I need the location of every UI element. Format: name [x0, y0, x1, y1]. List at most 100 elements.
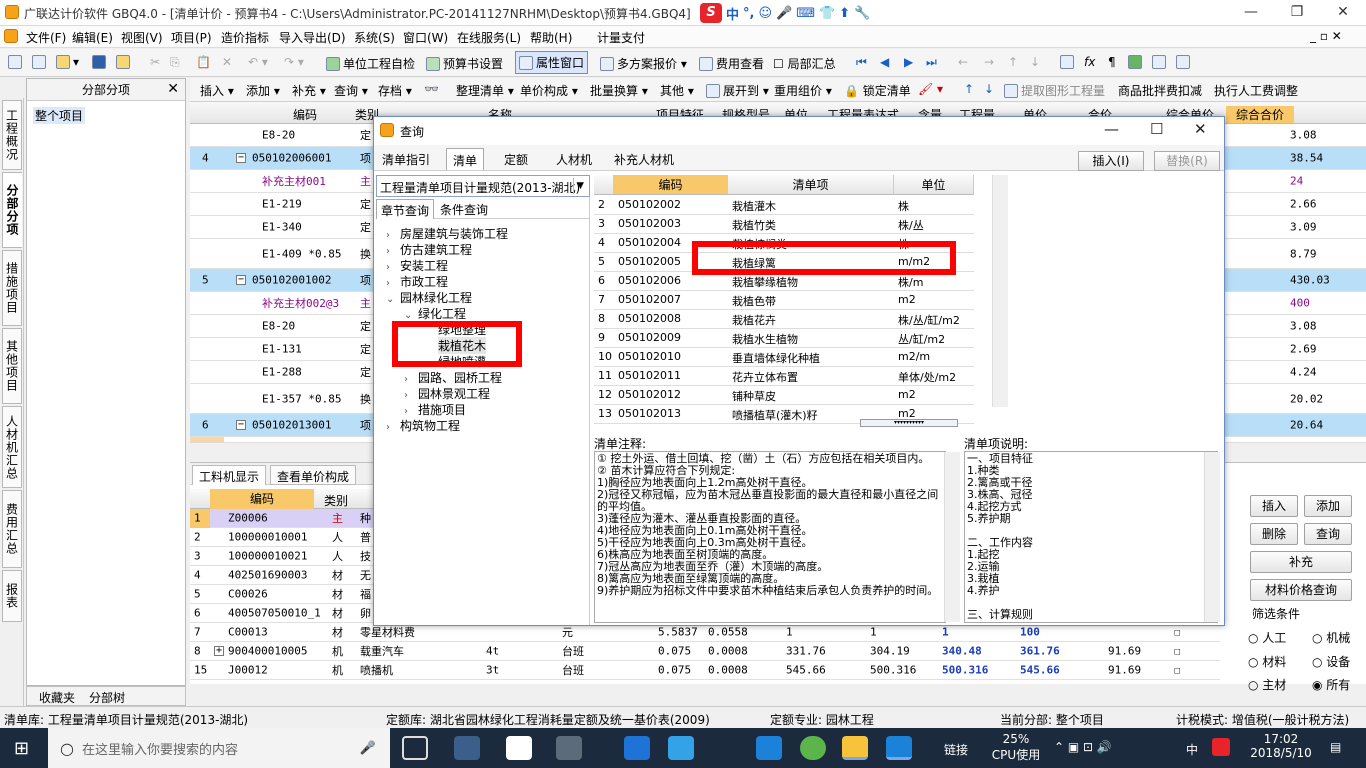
- menu-system[interactable]: 系统(S): [354, 29, 395, 46]
- ime-item[interactable]: 中: [726, 4, 739, 23]
- result-row[interactable]: 7 050102007 栽植色带 m2: [594, 291, 974, 310]
- note-vscrollbar[interactable]: [944, 452, 960, 622]
- tree-node[interactable]: ⌄ 绿化工程: [404, 305, 466, 322]
- filter-equipment-radio[interactable]: ○ 设备: [1312, 653, 1350, 670]
- ime-toolbar[interactable]: S 中 °, ☺ 🎤 ⌨ 👕 ⬆ 🔧: [700, 2, 910, 24]
- menu-file[interactable]: 文件(F): [26, 29, 66, 46]
- result-row[interactable]: 2 050102002 栽植灌木 株: [594, 196, 974, 215]
- tab-section-tree[interactable]: 分部树: [89, 689, 125, 706]
- lock-list-button[interactable]: 🔒 锁定清单: [844, 82, 911, 99]
- app-icon-plus[interactable]: [886, 736, 912, 760]
- taskbar-search[interactable]: ○ 在这里输入你要搜索的内容 🎤: [48, 728, 390, 768]
- filter-all-radio[interactable]: ◉ 所有: [1312, 676, 1350, 693]
- splitter-handle[interactable]: ▾▾▾▾▾▾▾▾▾▾: [860, 419, 958, 427]
- minimize-button[interactable]: —: [1228, 0, 1274, 26]
- other-dropdown[interactable]: 其他 ▾: [660, 82, 694, 99]
- arrow-up-icon[interactable]: ↑: [964, 82, 974, 96]
- tab-list[interactable]: 清单: [446, 148, 485, 170]
- upload-icon[interactable]: ⬆: [839, 6, 850, 21]
- filter-machine-radio[interactable]: ○ 机械: [1312, 629, 1350, 646]
- result-row[interactable]: 10 050102010 垂直墙体绿化种植 m2/m: [594, 348, 974, 367]
- fee-view-button[interactable]: 费用查看: [699, 55, 764, 72]
- detail-row[interactable]: 15 J00012 机 喷播机 3t 台班 0.075 0.0008 545.66 500.316…: [190, 661, 1220, 680]
- batch-convert-dropdown[interactable]: 批量换算 ▾: [590, 82, 648, 99]
- cut-icon[interactable]: ✂: [150, 55, 160, 69]
- tree-node[interactable]: ⌄ 园林绿化工程: [386, 289, 472, 306]
- arrow-down-icon[interactable]: ↓: [984, 82, 994, 96]
- cube-icon[interactable]: [1128, 55, 1145, 69]
- close-button[interactable]: ✕: [1320, 0, 1366, 26]
- microphone-icon[interactable]: 🎤: [360, 741, 376, 756]
- move-up-icon[interactable]: ↑: [1008, 55, 1018, 69]
- tree-node[interactable]: › 安装工程: [386, 257, 448, 274]
- nav-next-icon[interactable]: ▶: [904, 55, 913, 69]
- tab-list-guide[interactable]: 清单指引: [376, 148, 436, 170]
- binoculars-icon[interactable]: 👓: [424, 82, 439, 96]
- tab-chapter-search[interactable]: 章节查询: [376, 199, 435, 219]
- extract-quantity-button[interactable]: 提取图形工程量: [1004, 82, 1105, 99]
- result-row[interactable]: 11 050102011 花卉立体布置 单体/处/m2: [594, 367, 974, 386]
- ime-language[interactable]: 中: [1186, 741, 1198, 758]
- nav-first-icon[interactable]: ⏮: [856, 55, 867, 70]
- property-window-button[interactable]: 属性窗口: [515, 51, 589, 74]
- clock[interactable]: 17:02 2018/5/10: [1250, 732, 1312, 760]
- detail-supply-button[interactable]: 补充: [1250, 551, 1352, 573]
- menu-window[interactable]: 窗口(W): [403, 29, 448, 46]
- tools-icon[interactable]: 🔧: [854, 6, 870, 21]
- layer-icon[interactable]: [1152, 55, 1169, 69]
- redo-icon[interactable]: ↷ ▾: [284, 55, 304, 69]
- open-icon[interactable]: ▾: [56, 55, 79, 69]
- dialog-minimize-button[interactable]: —: [1104, 120, 1119, 138]
- menu-cost-index[interactable]: 造价指标: [221, 29, 269, 46]
- sogou-icon[interactable]: S: [700, 3, 722, 23]
- material-price-query-button[interactable]: 材料价格查询: [1250, 579, 1352, 601]
- move-down-icon[interactable]: ↓: [1030, 55, 1040, 69]
- tab-fee-summary[interactable]: 费用汇总: [2, 490, 22, 568]
- dialog-insert-button[interactable]: 插入(I): [1078, 151, 1144, 171]
- supplement-dropdown[interactable]: 补充 ▾: [292, 82, 326, 99]
- menu-project[interactable]: 项目(P): [171, 29, 212, 46]
- formula-icon[interactable]: fx: [1084, 55, 1095, 69]
- skin-icon[interactable]: 👕: [819, 6, 835, 21]
- ie-icon[interactable]: [506, 736, 532, 760]
- ime-item[interactable]: °,: [743, 6, 754, 21]
- detail-checkbox[interactable]: ☐: [1174, 626, 1181, 639]
- move-left-icon[interactable]: ←: [958, 55, 968, 69]
- detail-query-button[interactable]: 查询: [1304, 523, 1352, 545]
- unit-price-dropdown[interactable]: 单价构成 ▾: [520, 82, 578, 99]
- folder-icon[interactable]: [116, 55, 133, 69]
- edge-icon[interactable]: [624, 736, 650, 760]
- tab-labor-material[interactable]: 人材机汇总: [2, 406, 22, 488]
- result-row[interactable]: 8 050102008 栽植花卉 株/丛/缸/m2: [594, 310, 974, 329]
- menu-edit[interactable]: 编辑(E): [72, 29, 113, 46]
- calculator-icon[interactable]: [1060, 55, 1077, 69]
- filter-main-material-radio[interactable]: ○ 主材: [1248, 676, 1286, 693]
- tree-node[interactable]: › 园路、园桥工程: [404, 369, 502, 386]
- delete-icon[interactable]: ✕: [222, 55, 232, 69]
- tab-supplement-labor[interactable]: 补充人材机: [608, 148, 680, 170]
- tree-node[interactable]: › 仿古建筑工程: [386, 241, 472, 258]
- menu-view[interactable]: 视图(V): [121, 29, 163, 46]
- app-icon-swirl[interactable]: [556, 736, 582, 760]
- dialog-replace-button[interactable]: 替换(R): [1154, 151, 1220, 171]
- glodon-icon[interactable]: [756, 736, 782, 760]
- app-icon-pinwheel[interactable]: [454, 736, 480, 760]
- tab-price-structure[interactable]: 查看单价构成: [270, 465, 357, 485]
- desc-vscrollbar[interactable]: [1204, 452, 1220, 622]
- multi-plan-button[interactable]: 多方案报价 ▾: [600, 55, 687, 72]
- report-icon[interactable]: [1176, 55, 1193, 69]
- tree-node[interactable]: › 市政工程: [386, 273, 448, 290]
- tree-node[interactable]: › 构筑物工程: [386, 417, 460, 434]
- result-vscrollbar[interactable]: [992, 175, 1008, 407]
- expand-to-dropdown[interactable]: 展开到 ▾: [706, 82, 769, 99]
- tab-labor-display[interactable]: 工料机显示: [192, 465, 267, 485]
- mdi-controls[interactable]: _ ▫ ✕: [1310, 29, 1342, 43]
- tab-reports[interactable]: 报表: [2, 570, 22, 622]
- tab-condition-search[interactable]: 条件查询: [436, 199, 492, 219]
- add-dropdown[interactable]: 添加 ▾: [246, 82, 280, 99]
- detail-delete-button[interactable]: 删除: [1250, 523, 1298, 545]
- wechat-icon[interactable]: [800, 736, 826, 760]
- paragraph-icon[interactable]: ¶: [1108, 55, 1116, 69]
- tray-icons[interactable]: ⌃ ▣ ⊡ 🔊: [1054, 740, 1112, 754]
- filter-labor-radio[interactable]: ○ 人工: [1248, 629, 1286, 646]
